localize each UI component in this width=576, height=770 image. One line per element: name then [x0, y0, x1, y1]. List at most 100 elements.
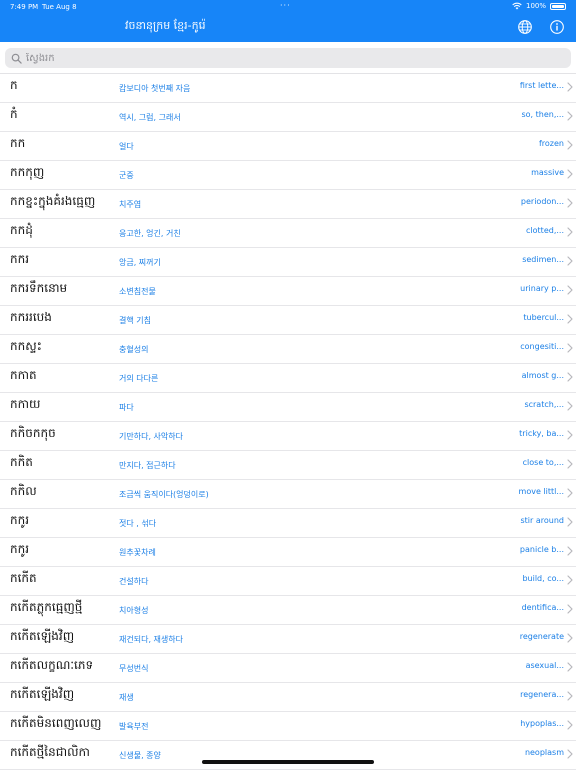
english-translation: so, then,...	[521, 110, 564, 119]
english-translation: regenera...	[520, 690, 564, 699]
list-item[interactable]: កកើតលក្ខណៈភេទ 무성번식 asexual...	[0, 654, 576, 683]
english-translation: periodon...	[520, 197, 564, 206]
english-translation: tricky, ba...	[519, 429, 564, 438]
list-item[interactable]: កកដុំ 응고한, 엉긴, 거친 clotted,...	[0, 219, 576, 248]
english-translation: build, co...	[522, 574, 564, 583]
battery-icon	[550, 2, 566, 10]
list-item[interactable]: កំ 역시, 그럼, 그래서 so, then,...	[0, 103, 576, 132]
english-translation: frozen	[538, 139, 564, 148]
list-item[interactable]: កកកុញ 군중 massive	[0, 161, 576, 190]
khmer-word: កកើត	[10, 571, 37, 585]
list-item[interactable]: កក 얼다 frozen	[0, 132, 576, 161]
korean-translation: 조금씩 움직이다(엉덩이로)	[119, 490, 209, 499]
list-item[interactable]: កកូរ 원추꽃차례 panicle b...	[0, 538, 576, 567]
search-icon	[11, 53, 22, 64]
chevron-right-icon	[567, 749, 573, 759]
korean-translation: 건설하다	[119, 577, 149, 586]
status-time: 7:49 PM	[10, 3, 39, 11]
wifi-icon	[512, 2, 522, 10]
chevron-right-icon	[567, 430, 573, 440]
english-translation: move littl...	[518, 487, 564, 496]
english-translation: congesiti...	[520, 342, 564, 351]
korean-translation: 소변침전물	[119, 287, 156, 296]
list-item[interactable]: កកូរ 젓다 , 섞다 stir around	[0, 509, 576, 538]
english-translation: neoplasm	[524, 748, 564, 757]
list-item[interactable]: កកើតភ្លុកធ្មេញថ្មី 치아형성 dentifica...	[0, 596, 576, 625]
korean-translation: 재생	[119, 693, 134, 702]
chevron-right-icon	[567, 82, 573, 92]
chevron-right-icon	[567, 691, 573, 701]
list-item[interactable]: កករទឹកនោម 소변침전물 urinary p...	[0, 277, 576, 306]
chevron-right-icon	[567, 343, 573, 353]
page-title: វចនានុក្រម ខ្មែរ-កូរ៉េ	[125, 19, 206, 32]
list-item[interactable]: កកើតឡើងវិញ 재생 regenera...	[0, 683, 576, 712]
list-item[interactable]: កកិល 조금씩 움직이다(엉덩이로) move littl...	[0, 480, 576, 509]
globe-icon	[518, 20, 532, 34]
nav-header: 7:49 PM Tue Aug 8 ··· 100% វចនានុក្រម ខ្…	[0, 0, 576, 42]
korean-translation: 역시, 그럼, 그래서	[119, 113, 181, 122]
list-item[interactable]: កករ 앙금, 찌꺼기 sedimen...	[0, 248, 576, 277]
khmer-word: កកិល	[10, 484, 37, 498]
search-bar	[0, 42, 576, 74]
list-item[interactable]: កកើតថ្មីនៃជាលិកា 신생물, 종양 neoplasm	[0, 741, 576, 770]
english-translation: close to,...	[522, 458, 564, 467]
korean-translation: 응고한, 엉긴, 거친	[119, 229, 181, 238]
status-bar: 7:49 PM Tue Aug 8 ··· 100%	[0, 0, 576, 14]
entry-list: ក 캄보디아 첫번째 자음 first lette... កំ 역시, 그럼, 그래서 s…	[0, 74, 576, 770]
chevron-right-icon	[567, 546, 573, 556]
info-icon	[550, 20, 564, 34]
multitasking-dots[interactable]: ···	[280, 1, 291, 10]
khmer-word: កកើតលក្ខណៈភេទ	[10, 658, 94, 672]
search-field[interactable]	[5, 48, 571, 68]
chevron-right-icon	[567, 662, 573, 672]
chevron-right-icon	[567, 140, 573, 150]
korean-translation: 결핵 기침	[119, 316, 151, 325]
list-item[interactable]: កកស្ទះ 충혈성의 congesiti...	[0, 335, 576, 364]
list-item[interactable]: កកិត 만지다, 접근하다 close to,...	[0, 451, 576, 480]
khmer-word: កកូរ	[10, 542, 30, 556]
korean-translation: 원추꽃차례	[119, 548, 156, 557]
status-indicators: 100%	[512, 2, 566, 10]
chevron-right-icon	[567, 604, 573, 614]
list-item[interactable]: ក 캄보디아 첫번째 자음 first lette...	[0, 74, 576, 103]
chevron-right-icon	[567, 575, 573, 585]
korean-translation: 신생물, 종양	[119, 751, 161, 760]
chevron-right-icon	[567, 372, 573, 382]
english-translation: almost g...	[521, 371, 564, 380]
khmer-word: កកិត	[10, 455, 33, 469]
korean-translation: 기만하다, 사악하다	[119, 432, 183, 441]
khmer-word: កកកុញ	[10, 165, 45, 179]
info-button[interactable]	[549, 19, 565, 35]
khmer-word: កកើតឡើងវិញ	[10, 629, 75, 643]
khmer-word: កក	[10, 136, 26, 150]
chevron-right-icon	[567, 198, 573, 208]
language-button[interactable]	[517, 19, 533, 35]
korean-translation: 군중	[119, 171, 134, 180]
khmer-word: កកស្ទះ	[10, 339, 42, 353]
chevron-right-icon	[567, 227, 573, 237]
english-translation: clotted,...	[526, 226, 564, 235]
chevron-right-icon	[567, 169, 573, 179]
korean-translation: 거의 다다른	[119, 374, 159, 383]
list-item[interactable]: កកខ្នះក្នុងគំរងធ្មេញ 치주염 periodon...	[0, 190, 576, 219]
korean-translation: 만지다, 접근하다	[119, 461, 176, 470]
khmer-word: កកររបេង	[10, 310, 52, 324]
chevron-right-icon	[567, 314, 573, 324]
list-item[interactable]: កកាយ 파다 scratch,...	[0, 393, 576, 422]
list-item[interactable]: កកើតមិនពេញលេញ 발육부전 hypoplas...	[0, 712, 576, 741]
list-item[interactable]: កកើតឡើងវិញ 재건되다, 재생하다 regenerate	[0, 625, 576, 654]
list-item[interactable]: កកាត 거의 다다른 almost g...	[0, 364, 576, 393]
list-item[interactable]: កកើត 건설하다 build, co...	[0, 567, 576, 596]
english-translation: tubercul...	[523, 313, 564, 322]
english-translation: dentifica...	[521, 603, 564, 612]
korean-translation: 앙금, 찌꺼기	[119, 258, 161, 267]
search-input[interactable]	[26, 52, 546, 64]
english-translation: sedimen...	[522, 255, 564, 264]
khmer-word: កកិចកកុច	[10, 426, 56, 440]
list-item[interactable]: កកិចកកុច 기만하다, 사악하다 tricky, ba...	[0, 422, 576, 451]
korean-translation: 충혈성의	[119, 345, 149, 354]
khmer-word: កកើតឡើងវិញ	[10, 687, 75, 701]
list-item[interactable]: កកររបេង 결핵 기침 tubercul...	[0, 306, 576, 335]
english-translation: scratch,...	[524, 400, 564, 409]
home-indicator[interactable]	[202, 760, 374, 764]
